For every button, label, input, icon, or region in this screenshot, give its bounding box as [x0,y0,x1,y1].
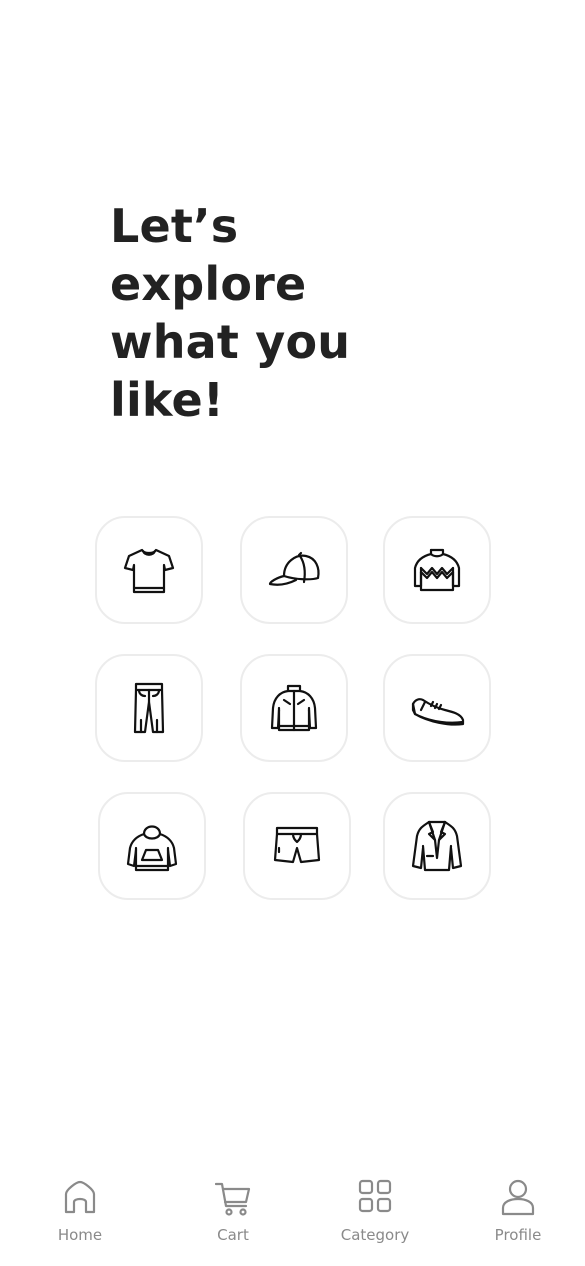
title-line-3: what you [110,315,351,369]
blazer-icon [411,820,463,872]
category-tile-sweater[interactable] [383,516,491,624]
page-title: Let’s explore what you like! [110,197,410,429]
user-icon [501,1179,535,1216]
nav-label-cart: Cart [217,1226,249,1244]
title-line-4: like! [110,373,225,427]
nav-label-category: Category [340,1226,410,1244]
bottom-nav: Home Cart Category Profile [0,1166,585,1266]
hoodie-icon [126,825,178,872]
jeans-icon [133,682,165,734]
category-tile-sneaker[interactable] [383,654,491,762]
cap-icon [268,551,320,586]
explore-screen: Let’s explore what you like! Home Cart C… [0,0,585,1266]
nav-item-home[interactable]: Home [25,1178,135,1258]
nav-item-profile[interactable]: Profile [463,1178,573,1258]
nav-item-category[interactable]: Category [320,1178,430,1258]
nav-item-cart[interactable]: Cart [178,1178,288,1258]
tshirt-icon [123,548,175,594]
cart-icon [215,1182,251,1216]
grid-icon [358,1179,392,1213]
category-tile-jacket[interactable] [240,654,348,762]
sneaker-icon [411,698,465,726]
nav-label-home: Home [57,1226,103,1244]
sweater-icon [413,548,461,592]
category-tile-shorts[interactable] [243,792,351,900]
jacket-icon [270,684,318,732]
nav-label-profile: Profile [494,1226,542,1244]
category-tile-hoodie[interactable] [98,792,206,900]
home-icon [64,1180,96,1214]
shorts-icon [273,826,321,864]
category-tile-cap[interactable] [240,516,348,624]
title-line-1: Let’s [110,199,239,253]
category-tile-blazer[interactable] [383,792,491,900]
category-tile-jeans[interactable] [95,654,203,762]
title-line-2: explore [110,257,307,311]
category-tile-tshirt[interactable] [95,516,203,624]
